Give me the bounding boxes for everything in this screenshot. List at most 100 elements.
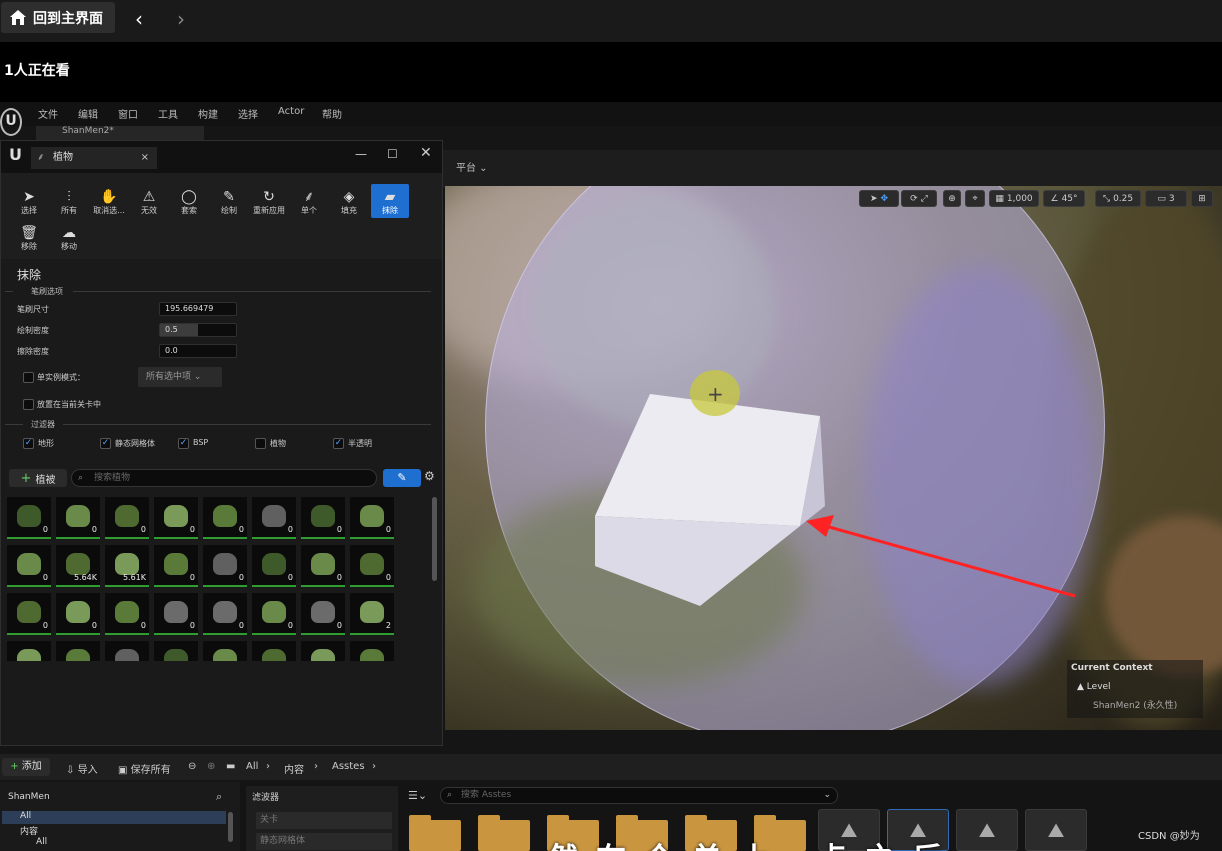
tool-erase[interactable]: ▰ 抹除 bbox=[371, 184, 409, 218]
paint-density-slider[interactable]: 0.5 bbox=[159, 323, 237, 337]
layout-button[interactable]: ⊞ bbox=[1191, 190, 1213, 207]
foliage-type-tile[interactable] bbox=[350, 641, 394, 661]
foliage-type-tile[interactable] bbox=[56, 641, 100, 661]
foliage-type-tile[interactable] bbox=[252, 641, 296, 661]
tool-lasso[interactable]: ◯ 套索 bbox=[169, 187, 209, 223]
filter-static-mesh[interactable]: 静态网格体 bbox=[256, 833, 392, 850]
breadcrumb-all[interactable]: All bbox=[246, 761, 258, 772]
tool-select-all[interactable]: ⫶ 所有 bbox=[49, 187, 89, 223]
foliage-grid-scrollbar[interactable] bbox=[432, 497, 437, 581]
foliage-type-tile[interactable]: 5.61K bbox=[105, 545, 149, 587]
close-tab-icon[interactable]: × bbox=[141, 147, 149, 169]
tool-reapply[interactable]: ↻ 重新应用 bbox=[249, 187, 289, 223]
tree-item-content[interactable]: 内容 bbox=[2, 824, 226, 837]
platform-dropdown[interactable]: 平台 ⌄ bbox=[456, 159, 488, 174]
rotate-scale-tools[interactable]: ⟳ ⤢ bbox=[901, 190, 937, 207]
tool-paint[interactable]: ✎ 绘制 bbox=[209, 187, 249, 223]
foliage-type-tile[interactable] bbox=[154, 641, 198, 661]
foliage-type-tile[interactable]: 0 bbox=[203, 545, 247, 587]
asset-tile[interactable]: ⛰ bbox=[956, 809, 1018, 851]
foliage-type-tile[interactable] bbox=[203, 641, 247, 661]
filter-bsp-checkbox[interactable]: ✓ bbox=[178, 438, 189, 449]
filter-level[interactable]: 关卡 bbox=[256, 812, 392, 829]
foliage-type-tile[interactable] bbox=[301, 641, 345, 661]
import-button[interactable]: ⇩ 导入 bbox=[66, 761, 98, 776]
filter-foliage-checkbox[interactable] bbox=[255, 438, 266, 449]
history-back-icon[interactable]: ⊖ bbox=[188, 761, 196, 772]
paint-settings-button[interactable]: ✎ bbox=[383, 469, 421, 487]
minimize-icon[interactable]: — bbox=[355, 147, 367, 161]
world-space-button[interactable]: ⊕ bbox=[943, 190, 961, 207]
foliage-type-tile[interactable] bbox=[7, 641, 51, 661]
menu-actor[interactable]: Actor bbox=[278, 106, 304, 117]
surface-snap-button[interactable]: ⌖ bbox=[965, 190, 985, 207]
tool-remove[interactable]: 🗑 移除 bbox=[9, 223, 49, 259]
grid-snap-button[interactable]: ▦ 1,000 bbox=[989, 190, 1039, 207]
foliage-type-tile[interactable]: 0 bbox=[252, 593, 296, 635]
foliage-type-tile[interactable]: 0 bbox=[56, 593, 100, 635]
filter-translucent-checkbox[interactable]: ✓ bbox=[333, 438, 344, 449]
foliage-type-tile[interactable]: 0 bbox=[154, 593, 198, 635]
foliage-type-tile[interactable] bbox=[105, 641, 149, 661]
foliage-type-tile[interactable]: 0 bbox=[203, 593, 247, 635]
foliage-type-tile[interactable]: 0 bbox=[252, 545, 296, 587]
menu-select[interactable]: 选择 bbox=[238, 106, 258, 121]
foliage-type-tile[interactable]: 2 bbox=[350, 593, 394, 635]
foliage-type-tile[interactable]: 0 bbox=[7, 497, 51, 539]
scale-snap-button[interactable]: ⤡ 0.25 bbox=[1095, 190, 1141, 207]
folder-tile[interactable] bbox=[409, 815, 461, 851]
place-in-current-level-checkbox[interactable] bbox=[23, 399, 34, 410]
menu-help[interactable]: 帮助 bbox=[322, 106, 342, 121]
add-button[interactable]: + 添加 bbox=[2, 758, 50, 776]
close-window-icon[interactable]: ✕ bbox=[420, 145, 432, 161]
history-forward-icon[interactable]: ⊕ bbox=[207, 761, 215, 772]
tool-invalid[interactable]: ⚠ 无效 bbox=[129, 187, 169, 223]
foliage-type-tile[interactable]: 0 bbox=[301, 545, 345, 587]
save-all-button[interactable]: ▣ 保存所有 bbox=[118, 761, 171, 776]
foliage-type-tile[interactable]: 0 bbox=[7, 545, 51, 587]
foliage-type-tile[interactable]: 0 bbox=[301, 593, 345, 635]
transform-tools[interactable]: ➤ ✥ bbox=[859, 190, 899, 207]
foliage-type-tile[interactable]: 0 bbox=[252, 497, 296, 539]
single-instance-dropdown[interactable]: 所有选中项 ⌄ bbox=[138, 367, 222, 387]
foliage-type-tile[interactable]: 0 bbox=[56, 497, 100, 539]
foliage-type-tile[interactable]: 0 bbox=[350, 497, 394, 539]
rotation-snap-button[interactable]: ∠ 45° bbox=[1043, 190, 1085, 207]
menu-tools[interactable]: 工具 bbox=[158, 106, 178, 121]
add-foliage-button[interactable]: + 植被 bbox=[9, 469, 67, 487]
back-arrow-icon[interactable]: ‹ bbox=[126, 6, 152, 32]
tool-move[interactable]: ☁ 移动 bbox=[49, 223, 89, 259]
breadcrumb-content[interactable]: 内容 bbox=[284, 761, 304, 776]
filter-static-mesh-checkbox[interactable]: ✓ bbox=[100, 438, 111, 449]
foliage-type-tile[interactable]: 5.64K bbox=[56, 545, 100, 587]
erase-density-slider[interactable]: 0.0 bbox=[159, 344, 237, 358]
tool-single[interactable]: ⸙ 单个 bbox=[289, 187, 329, 223]
filter-landscape-checkbox[interactable]: ✓ bbox=[23, 438, 34, 449]
tree-scrollbar[interactable] bbox=[228, 812, 233, 842]
level-tab[interactable]: ShanMen2* bbox=[36, 126, 204, 140]
menu-file[interactable]: 文件 bbox=[38, 106, 58, 121]
menu-window[interactable]: 窗口 bbox=[118, 106, 138, 121]
tree-search-icon[interactable]: ⌕ bbox=[216, 790, 222, 804]
asset-tile[interactable]: ⛰ bbox=[1025, 809, 1087, 851]
gear-icon[interactable]: ⚙ bbox=[424, 469, 435, 483]
foliage-type-tile[interactable]: 0 bbox=[105, 593, 149, 635]
asset-search-input[interactable]: ⌕ 搜索 Asstes ⌄ bbox=[440, 787, 838, 804]
tool-fill[interactable]: ◈ 填充 bbox=[329, 187, 369, 223]
menu-edit[interactable]: 编辑 bbox=[78, 106, 98, 121]
tool-select[interactable]: ➤ 选择 bbox=[9, 187, 49, 223]
forward-arrow-icon[interactable]: › bbox=[168, 6, 194, 32]
maximize-icon[interactable]: ☐ bbox=[387, 147, 398, 161]
foliage-type-tile[interactable]: 0 bbox=[154, 545, 198, 587]
camera-speed-button[interactable]: ▭ 3 bbox=[1145, 190, 1187, 207]
level-viewport[interactable]: + ➤ ✥ ⟳ ⤢ ⊕ ⌖ ▦ 1,000 ∠ 45° ⤡ 0.25 ▭ 3 ⊞ Curre… bbox=[445, 186, 1222, 730]
folder-tile[interactable] bbox=[478, 815, 530, 851]
foliage-tab[interactable]: ⸙ 植物 × bbox=[31, 147, 157, 169]
tree-item-all-sub[interactable]: All bbox=[2, 837, 226, 850]
foliage-type-tile[interactable]: 0 bbox=[301, 497, 345, 539]
foliage-search-input[interactable]: ⌕ 搜索植物 bbox=[71, 469, 377, 487]
home-button[interactable]: 回到主界面 bbox=[1, 2, 115, 33]
breadcrumb-asstes[interactable]: Asstes bbox=[332, 761, 365, 772]
foliage-type-tile[interactable]: 0 bbox=[7, 593, 51, 635]
single-instance-checkbox[interactable] bbox=[23, 372, 34, 383]
